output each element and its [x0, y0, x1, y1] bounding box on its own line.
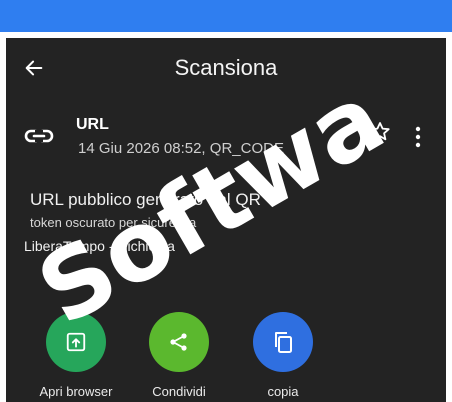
- open-browser-circle[interactable]: [46, 312, 106, 372]
- scan-content-extra: LiberaTempo - Richiesta: [24, 238, 175, 254]
- result-type: URL: [76, 116, 109, 133]
- result-timestamp: 14 Giu 2026 08:52, QR_CODE: [78, 140, 284, 157]
- open-in-browser-icon: [66, 332, 86, 352]
- more-vertical-icon: [415, 126, 421, 148]
- favorite-button[interactable]: [368, 120, 392, 149]
- copy-icon: [275, 332, 292, 353]
- more-options-button[interactable]: [414, 126, 422, 153]
- page-title: Scansiona: [174, 55, 278, 80]
- scan-content-subtitle: token oscurato per sicurezza: [30, 215, 197, 230]
- copy-label: copia: [267, 384, 299, 399]
- link-icon: [24, 129, 54, 143]
- result-header: URL 14 Giu 2026 08:52, QR_CODE: [6, 108, 446, 168]
- copy-button[interactable]: copia: [238, 312, 328, 399]
- share-icon: [170, 333, 187, 351]
- toolbar: Scansiona: [6, 38, 446, 96]
- scan-result-screen: Scansiona URL 14 Giu 2026 08:52, QR_CODE…: [6, 38, 446, 402]
- share-label: Condividi: [152, 384, 206, 399]
- share-circle[interactable]: [149, 312, 209, 372]
- open-browser-button[interactable]: Apri browser: [31, 312, 121, 399]
- copy-circle[interactable]: [253, 312, 313, 372]
- star-outline-icon: [370, 122, 390, 141]
- status-bar: [0, 0, 452, 32]
- share-button[interactable]: Condividi: [134, 312, 224, 399]
- open-browser-label: Apri browser: [39, 384, 113, 399]
- frame-border-right: [446, 32, 452, 402]
- scan-content-title: URL pubblico generato dal QR: [30, 190, 261, 209]
